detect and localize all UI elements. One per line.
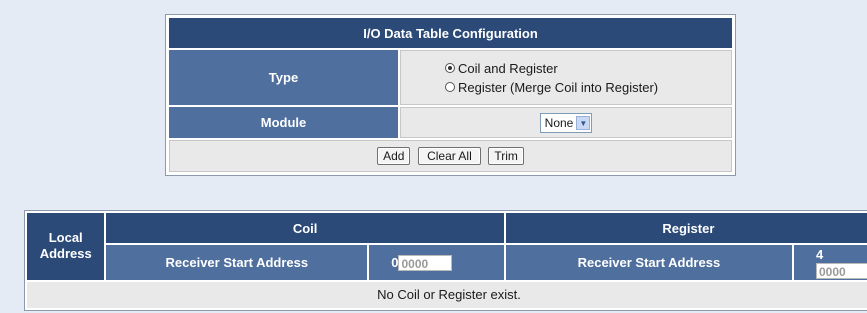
module-label: Module bbox=[169, 107, 398, 138]
coil-receiver-cell: 0 0000 bbox=[369, 245, 504, 280]
trim-button[interactable]: Trim bbox=[488, 147, 524, 165]
radio-unselected-icon[interactable] bbox=[445, 82, 455, 92]
register-receiver-label: Receiver Start Address bbox=[505, 245, 792, 280]
add-button[interactable]: Add bbox=[377, 147, 411, 165]
local-address-header: Local Address bbox=[27, 213, 105, 280]
radio-selected-icon[interactable] bbox=[445, 63, 455, 73]
register-start-address-input[interactable]: 0000 bbox=[816, 262, 867, 279]
type-options: Coil and Register Register (Merge Coil i… bbox=[400, 50, 732, 105]
module-select-value: None bbox=[544, 115, 574, 130]
empty-message: No Coil or Register exist. bbox=[27, 281, 867, 308]
io-data-table: Local Address Coil Register Receiver Sta… bbox=[24, 210, 867, 311]
config-title: I/O Data Table Configuration bbox=[169, 18, 732, 48]
radio-register-merge[interactable]: Register (Merge Coil into Register) bbox=[445, 78, 730, 97]
coil-start-address-input[interactable]: 0000 bbox=[398, 254, 453, 271]
register-receiver-cell: 40000 bbox=[794, 245, 867, 280]
module-cell: None ▼ bbox=[400, 107, 732, 138]
action-buttons-row: Add Clear All Trim bbox=[169, 140, 732, 172]
register-address-prefix: 4 bbox=[816, 247, 824, 263]
type-label: Type bbox=[169, 50, 398, 105]
clear-all-button[interactable]: Clear All bbox=[418, 147, 481, 165]
coil-address-prefix: 0 bbox=[391, 255, 399, 271]
radio-label-coil-and-register: Coil and Register bbox=[458, 60, 558, 76]
local-address-line1: Local bbox=[48, 230, 83, 246]
io-config-panel: I/O Data Table Configuration Type Coil a… bbox=[165, 14, 736, 176]
chevron-down-icon[interactable]: ▼ bbox=[576, 115, 591, 130]
coil-receiver-label: Receiver Start Address bbox=[106, 245, 368, 280]
register-header: Register bbox=[505, 213, 867, 243]
module-select[interactable]: None ▼ bbox=[539, 112, 593, 133]
radio-coil-and-register[interactable]: Coil and Register bbox=[445, 59, 730, 78]
radio-label-register-merge: Register (Merge Coil into Register) bbox=[458, 79, 659, 95]
coil-header: Coil bbox=[106, 213, 504, 243]
local-address-line2: Address bbox=[39, 246, 92, 262]
